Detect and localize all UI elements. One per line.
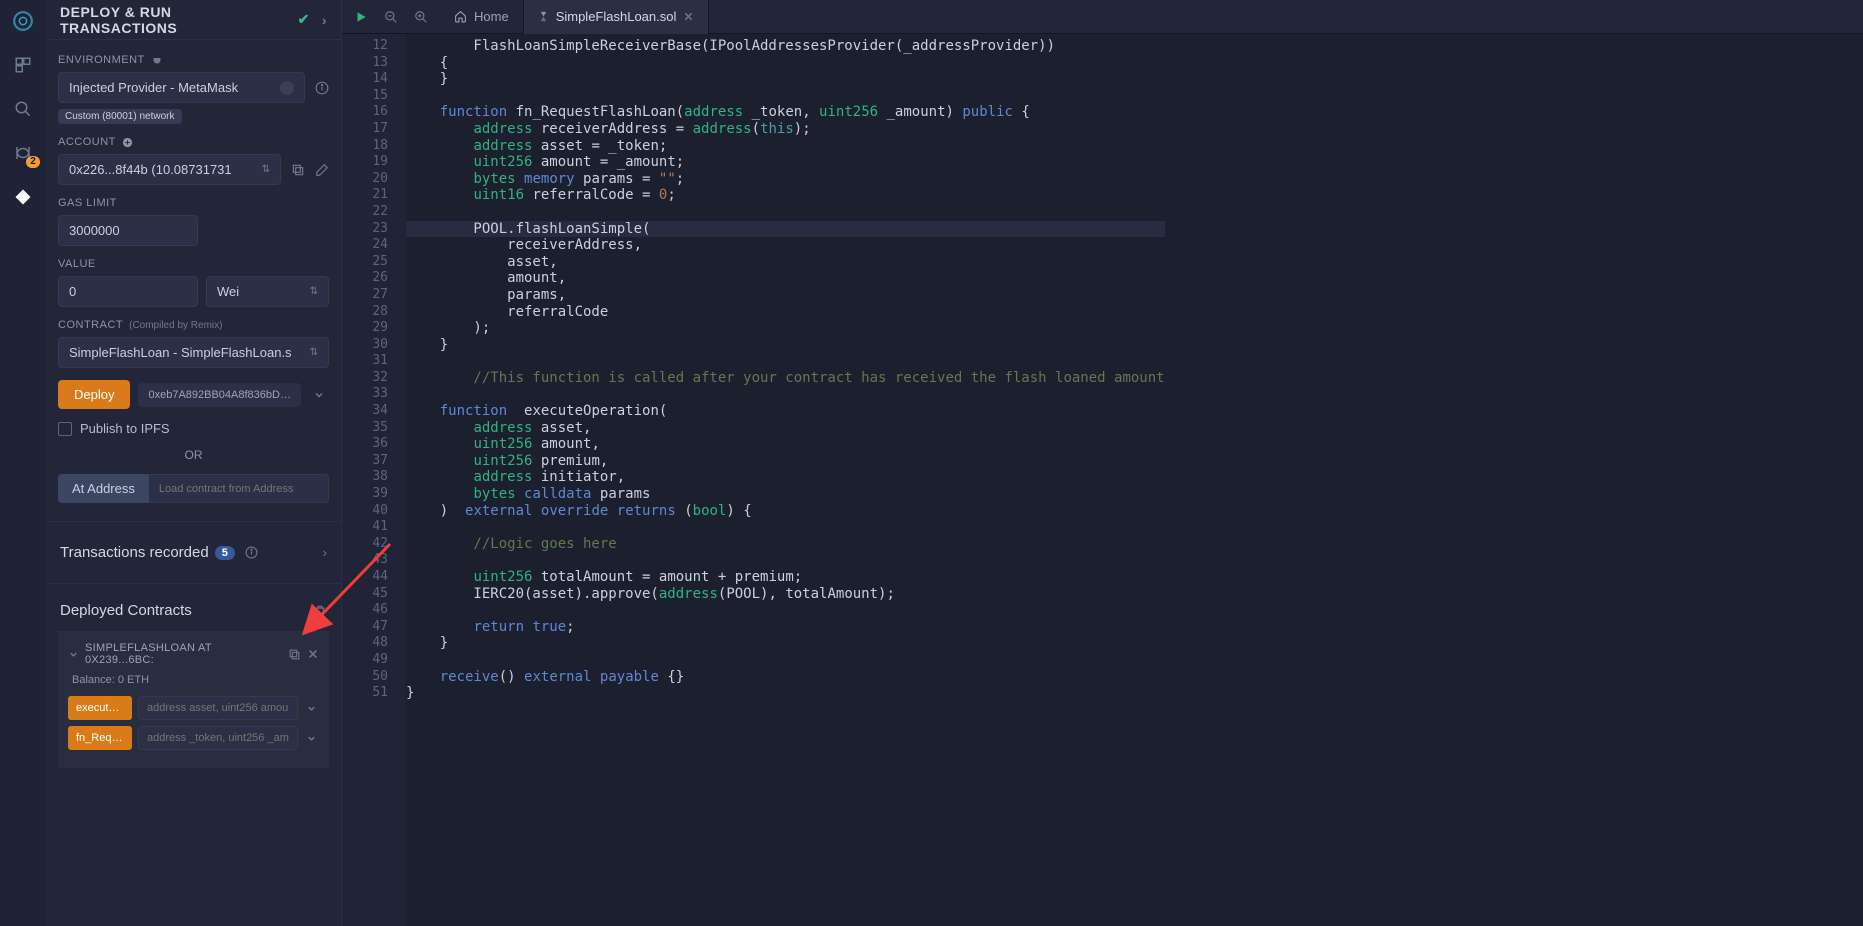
fn-button[interactable]: executeOp... (68, 696, 132, 720)
deploy-expand-icon[interactable] (309, 389, 329, 401)
or-text: OR (58, 448, 329, 462)
deploy-icon[interactable] (12, 186, 34, 208)
copy-address-icon[interactable] (291, 163, 305, 177)
home-icon (454, 10, 467, 23)
sidebar-title: DEPLOY & RUN TRANSACTIONS (60, 4, 290, 36)
gas-input[interactable]: 3000000 (58, 215, 198, 246)
contract-select[interactable]: SimpleFlashLoan - SimpleFlashLoan.s ⇅ (58, 337, 329, 368)
account-label: ACCOUNT (58, 136, 329, 148)
gas-label: GAS LIMIT (58, 197, 329, 209)
deploy-address: 0xeb7A892BB04A8f836bDEeE (138, 383, 301, 407)
deployed-title: Deployed Contracts (60, 602, 192, 619)
at-address-button[interactable]: At Address (58, 474, 149, 503)
account-select[interactable]: 0x226...8f44b (10.08731731 ⇅ (58, 154, 281, 185)
fn-input[interactable] (138, 696, 298, 720)
zoom-out-icon[interactable] (384, 10, 398, 24)
plug-icon (151, 54, 163, 66)
code-content[interactable]: FlashLoanSimpleReceiverBase(IPoolAddress… (406, 34, 1165, 926)
contract-label: CONTRACT (Compiled by Remix) (58, 319, 329, 331)
deployed-instance: SIMPLEFLASHLOAN AT 0X239...6BC: Balance:… (58, 631, 329, 768)
tabbar: Home SimpleFlashLoan.sol (342, 0, 1863, 34)
transactions-recorded-toggle[interactable]: Transactions recorded 5 › (58, 540, 329, 565)
chevron-down-icon[interactable] (68, 649, 79, 660)
chevron-updown-icon: ⇅ (310, 347, 318, 358)
plus-icon[interactable] (122, 137, 133, 148)
value-input[interactable]: 0 (58, 276, 198, 307)
expand-icon[interactable] (304, 703, 319, 714)
trash-icon[interactable] (313, 604, 327, 618)
fn-row-executeop: executeOp... (68, 696, 319, 720)
close-icon[interactable] (307, 648, 319, 660)
instance-balance: Balance: 0 ETH (72, 674, 319, 686)
check-icon: ✔ (298, 11, 310, 28)
value-unit-select[interactable]: Wei ⇅ (206, 276, 329, 307)
deploy-button[interactable]: Deploy (58, 380, 130, 409)
chevron-updown-icon: ⇅ (262, 164, 270, 175)
value-label: VALUE (58, 258, 329, 270)
solidity-icon (538, 10, 549, 23)
instance-name: SIMPLEFLASHLOAN AT 0X239...6BC: (85, 642, 282, 666)
env-status-dot (280, 81, 294, 95)
tab-file[interactable]: SimpleFlashLoan.sol (524, 0, 710, 34)
compiler-badge: 2 (26, 156, 40, 168)
iconbar: 2 (0, 0, 46, 926)
tab-home[interactable]: Home (440, 0, 524, 34)
at-address-input[interactable] (149, 474, 329, 503)
network-badge: Custom (80001) network (58, 109, 182, 124)
chevron-updown-icon: ⇅ (310, 286, 318, 297)
chevron-right-icon: › (323, 545, 327, 560)
expand-icon[interactable] (304, 733, 319, 744)
env-select[interactable]: Injected Provider - MetaMask (58, 72, 305, 103)
fn-row-fnrequest: fn_Reques... (68, 726, 319, 750)
main-area: Home SimpleFlashLoan.sol 121314151617181… (342, 0, 1863, 926)
env-info-icon[interactable] (315, 81, 329, 95)
sidebar-header: DEPLOY & RUN TRANSACTIONS ✔ › (46, 0, 341, 40)
compiler-icon[interactable]: 2 (12, 142, 34, 164)
fn-button[interactable]: fn_Reques... (68, 726, 132, 750)
close-tab-icon[interactable] (683, 11, 694, 22)
zoom-in-icon[interactable] (414, 10, 428, 24)
publish-ipfs-checkbox[interactable]: Publish to IPFS (58, 421, 329, 436)
file-explorer-icon[interactable] (12, 54, 34, 76)
env-label: ENVIRONMENT (58, 54, 329, 66)
deploy-sidebar: DEPLOY & RUN TRANSACTIONS ✔ › ENVIRONMEN… (46, 0, 342, 926)
tx-count-badge: 5 (215, 546, 235, 560)
chevron-right-icon[interactable]: › (322, 12, 327, 28)
copy-icon[interactable] (288, 648, 301, 661)
play-icon[interactable] (354, 10, 368, 24)
code-editor[interactable]: 1213141516171819202122232425262728293031… (342, 34, 1863, 926)
fn-input[interactable] (138, 726, 298, 750)
edit-icon[interactable] (315, 163, 329, 177)
info-icon[interactable] (245, 546, 258, 559)
line-gutter: 1213141516171819202122232425262728293031… (342, 34, 406, 926)
remix-logo-icon[interactable] (12, 10, 34, 32)
search-icon[interactable] (12, 98, 34, 120)
